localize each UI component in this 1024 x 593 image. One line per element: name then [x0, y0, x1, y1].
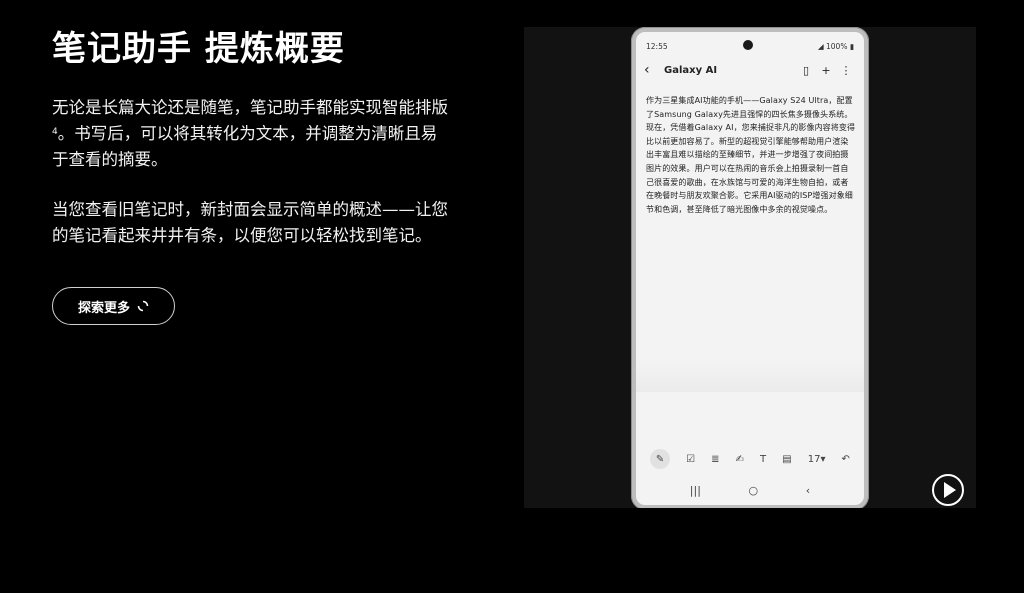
nav-back-icon[interactable]: ‹: [806, 484, 810, 497]
play-triangle: [944, 482, 956, 498]
description-paragraph-2: 当您查看旧笔记时，新封面会显示简单的概述——让您的笔记看起来井井有条，以便您可以…: [52, 200, 448, 245]
recents-icon[interactable]: |||: [690, 484, 701, 497]
list-icon[interactable]: ≣: [711, 454, 719, 465]
section-heading: 笔记助手 提炼概要: [52, 29, 345, 69]
brush-icon[interactable]: ✍: [736, 454, 744, 465]
battery-icon: ▮: [849, 41, 854, 51]
para1-text: 无论是长篇大论还是随笔，笔记助手都能实现智能排版: [52, 98, 448, 117]
text-icon[interactable]: T: [760, 454, 766, 465]
para1-rest: 。书写后，可以将其转化为文本，并调整为清晰且易于查看的摘要。: [52, 124, 438, 169]
status-time: 12:55: [646, 41, 668, 51]
home-icon[interactable]: ○: [749, 484, 759, 497]
add-icon[interactable]: +: [816, 64, 836, 77]
battery-level: 100%: [826, 41, 848, 51]
signal-icon: ◢: [817, 41, 824, 51]
front-camera: [743, 40, 753, 50]
app-bar: ‹ Galaxy AI ▯ + ⋮: [644, 59, 856, 81]
loading-spinner-icon: [137, 300, 149, 312]
font-size-value: 17: [807, 453, 821, 465]
phone-mockup: 12:55 ◢ 100% ▮ ‹ Galaxy AI ▯ + ⋮ 作为三星集成A…: [631, 27, 869, 508]
app-title: Galaxy AI: [664, 64, 718, 76]
system-nav-bar: ||| ○ ‹: [636, 481, 864, 499]
undo-icon[interactable]: ↶: [842, 454, 850, 465]
footnote-marker[interactable]: 4: [52, 127, 58, 137]
explore-more-label: 探索更多: [77, 300, 130, 316]
more-icon[interactable]: ⋮: [836, 64, 856, 77]
status-icons: ◢ 100% ▮: [818, 42, 854, 51]
play-icon[interactable]: [932, 474, 964, 506]
font-size[interactable]: 17▾: [808, 454, 826, 465]
explore-more-button[interactable]: 探索更多: [52, 287, 175, 325]
book-icon[interactable]: ▯: [796, 64, 816, 77]
back-icon[interactable]: ‹: [644, 62, 664, 78]
feature-text-block: 笔记助手 提炼概要 无论是长篇大论还是随笔，笔记助手都能实现智能排版 4。书写后，…: [52, 28, 452, 249]
feature-video[interactable]: 12:55 ◢ 100% ▮ ‹ Galaxy AI ▯ + ⋮ 作为三星集成A…: [524, 27, 976, 508]
editor-toolbar: ✎ ☑ ≣ ✍ T ▤ 17▾ ↶: [642, 448, 858, 470]
note-content: 作为三星集成AI功能的手机——Galaxy S24 Ultra，配置了Samsu…: [646, 96, 856, 214]
checkbox-icon[interactable]: ☑: [686, 454, 695, 465]
image-icon[interactable]: ▤: [782, 454, 791, 465]
phone-screen: 12:55 ◢ 100% ▮ ‹ Galaxy AI ▯ + ⋮ 作为三星集成A…: [636, 32, 864, 505]
note-divider: [636, 362, 864, 392]
description-paragraph-1: 无论是长篇大论还是随笔，笔记助手都能实现智能排版 4。书写后，可以将其转化为文本，…: [52, 95, 452, 173]
pen-icon[interactable]: ✎: [650, 449, 671, 469]
